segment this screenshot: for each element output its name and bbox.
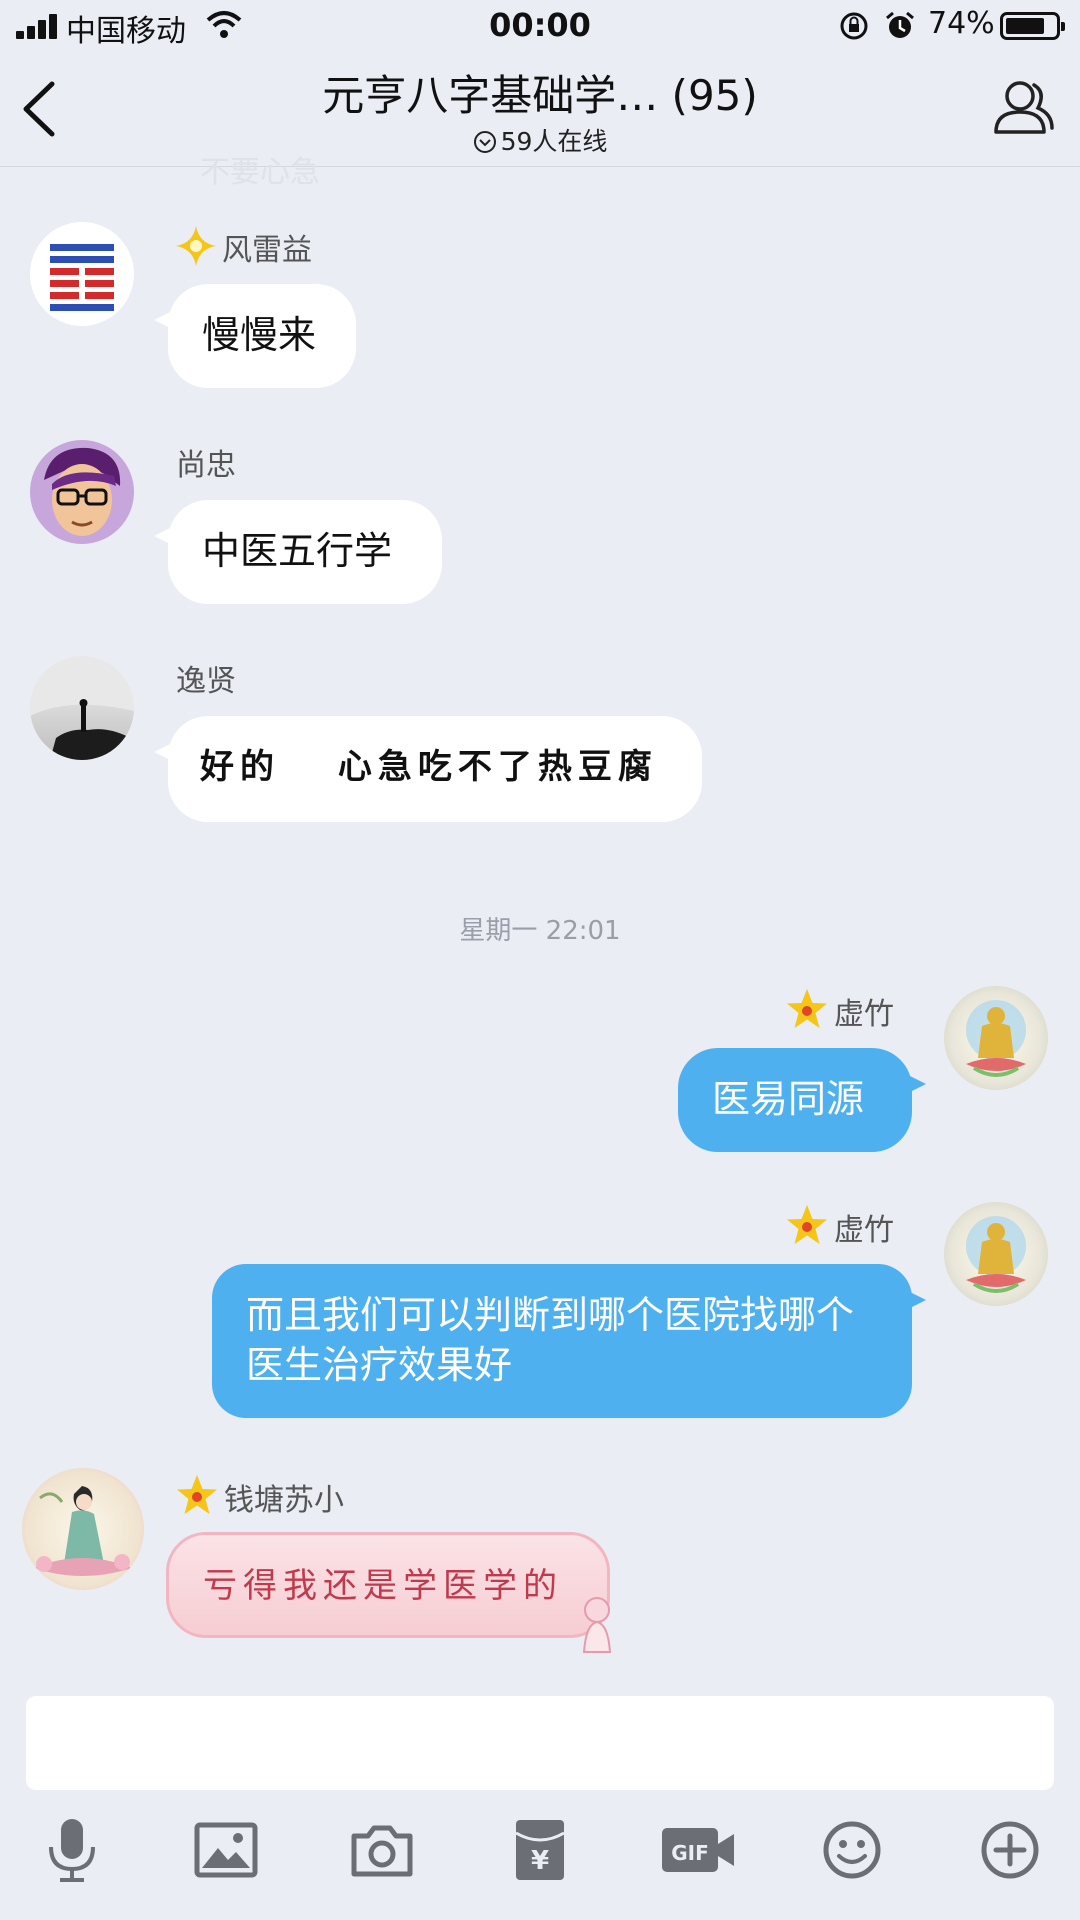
- avatar-shangzhong[interactable]: [30, 440, 134, 544]
- sender-name: 虚竹: [784, 986, 894, 1033]
- painted-lady-icon: [34, 1486, 132, 1576]
- alarm-icon: [886, 11, 914, 38]
- message-bubble[interactable]: 中医五行学: [154, 500, 442, 604]
- message-text: 中医五行学: [202, 529, 393, 573]
- message-bubble[interactable]: 医易同源: [678, 1048, 926, 1152]
- image-icon[interactable]: [188, 1812, 264, 1888]
- online-count: 59人在线: [0, 122, 1080, 158]
- avatar-fengleiyi[interactable]: [30, 222, 134, 326]
- avatar-xuzhu[interactable]: [944, 986, 1048, 1090]
- input-toolbar: ¥ GIF: [0, 1812, 1080, 1902]
- sender-name-label: 风雷益: [222, 233, 312, 268]
- online-status-icon: [473, 131, 496, 153]
- buddha-figure-icon: [966, 1000, 1026, 1077]
- star-badge-icon: [787, 989, 827, 1028]
- group-title[interactable]: 元亨八字基础学… (95): [0, 62, 1080, 123]
- diamond-badge-icon: [176, 226, 216, 266]
- message-text: 慢慢来: [202, 313, 317, 357]
- battery-icon: [1000, 12, 1065, 40]
- plus-icon[interactable]: [972, 1812, 1048, 1888]
- rotation-lock-icon: [840, 12, 868, 40]
- emoji-icon[interactable]: [814, 1812, 890, 1888]
- message-text: 医易同源: [712, 1077, 865, 1121]
- message-timestamp: 星期一 22:01: [459, 916, 621, 946]
- svg-text:GIF: GIF: [671, 1841, 709, 1865]
- svg-text:¥: ¥: [531, 1846, 549, 1876]
- buddha-figure-icon: [966, 1216, 1026, 1293]
- avatar-xuzhu[interactable]: [944, 1202, 1048, 1306]
- online-count-label: 59人在线: [500, 127, 608, 156]
- red-packet-icon[interactable]: ¥: [502, 1812, 578, 1888]
- group-members-icon[interactable]: [990, 76, 1056, 142]
- sender-name-label: 钱塘苏小: [224, 1483, 344, 1518]
- status-bar: 中国移动 00:00 74%: [0, 0, 1080, 52]
- bubble-decoration-icon: [582, 1597, 612, 1653]
- sender-name: 逸贤: [176, 664, 236, 699]
- avatar-qiantangsuxiao[interactable]: [22, 1468, 144, 1590]
- star-badge-icon: [177, 1475, 217, 1514]
- hexagram-icon: [50, 244, 114, 311]
- sender-name: 尚忠: [176, 448, 236, 483]
- star-badge-icon: [787, 1205, 827, 1244]
- microphone-icon[interactable]: [34, 1812, 110, 1888]
- battery-percent: 74%: [928, 6, 995, 41]
- message-text: 亏得我还是学医学的: [203, 1566, 563, 1606]
- camera-icon[interactable]: [344, 1812, 420, 1888]
- sender-name: 钱塘苏小: [174, 1472, 344, 1519]
- chat-header: 不要心急 元亨八字基础学… (95) 59人在线: [0, 52, 1080, 190]
- landscape-figure-icon: [30, 656, 134, 760]
- message-bubble[interactable]: 而且我们可以判断到哪个医院找哪个医生治疗效果好: [212, 1264, 926, 1418]
- message-bubble[interactable]: 好的 心急吃不了热豆腐: [154, 716, 702, 822]
- cartoon-face-icon: [44, 447, 121, 536]
- gif-icon[interactable]: GIF: [656, 1812, 740, 1888]
- sender-name: 虚竹: [784, 1202, 894, 1249]
- avatar-yixian[interactable]: [30, 656, 134, 760]
- clock: 00:00: [489, 6, 591, 44]
- sender-name: 风雷益: [174, 224, 312, 269]
- message-text: 而且我们可以判断到哪个医院找哪个医生治疗效果好: [246, 1293, 855, 1387]
- message-text: 好的 心急吃不了热豆腐: [200, 747, 658, 787]
- sender-name-label: 虚竹: [834, 1213, 894, 1248]
- message-bubble[interactable]: 亏得我还是学医学的: [166, 1532, 610, 1638]
- sender-name-label: 虚竹: [834, 997, 894, 1032]
- message-bubble[interactable]: 慢慢来: [154, 284, 356, 388]
- message-input[interactable]: [26, 1696, 1054, 1790]
